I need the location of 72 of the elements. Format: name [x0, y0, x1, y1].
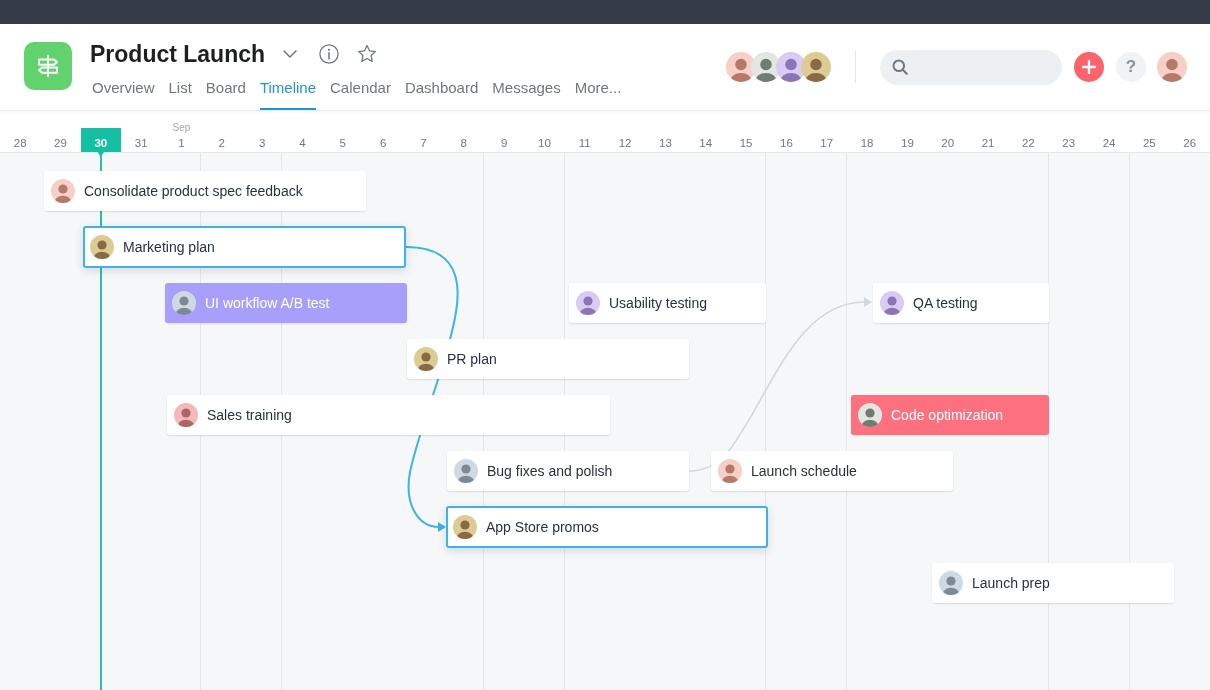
- project-title: Product Launch: [90, 40, 266, 68]
- day-label: 17: [820, 136, 834, 151]
- search-icon: [892, 59, 908, 75]
- day-label: 14: [699, 136, 713, 151]
- plus-icon: [1082, 60, 1096, 74]
- day-label: 21: [981, 136, 995, 151]
- tab[interactable]: Board: [205, 76, 246, 110]
- person-avatar-icon: [453, 515, 477, 539]
- day-label: 26: [1183, 136, 1197, 151]
- person-avatar-icon: [454, 459, 478, 483]
- star-icon[interactable]: [357, 44, 378, 64]
- help-button[interactable]: ?: [1116, 52, 1146, 82]
- task-bar[interactable]: Usability testing: [569, 283, 766, 323]
- task-bar[interactable]: Marketing plan: [83, 226, 406, 268]
- day-label: 31: [134, 136, 148, 151]
- add-button[interactable]: [1074, 52, 1104, 82]
- person-avatar-icon: [414, 347, 438, 371]
- day-label: 23: [1062, 136, 1076, 151]
- day-label: 12: [618, 136, 632, 151]
- task-bar[interactable]: Launch prep: [932, 563, 1174, 603]
- day-label: 24: [1102, 136, 1116, 151]
- task-bar[interactable]: Bug fixes and polish: [447, 451, 689, 491]
- info-icon[interactable]: [319, 44, 340, 64]
- person-avatar-icon: [90, 235, 114, 259]
- signpost-logo-icon: [24, 42, 72, 90]
- tab[interactable]: More...: [574, 76, 622, 110]
- day-label: 4: [299, 136, 306, 151]
- day-label: 18: [860, 136, 874, 151]
- task-bar[interactable]: PR plan: [407, 339, 689, 379]
- day-label: 29: [54, 136, 67, 151]
- task-bar[interactable]: QA testing: [873, 283, 1049, 323]
- caret-down-icon[interactable]: [283, 50, 298, 58]
- task-bar[interactable]: Launch schedule: [711, 451, 953, 491]
- day-label: 9: [500, 136, 508, 151]
- person-avatar-icon[interactable]: [801, 52, 831, 82]
- day-label: 8: [460, 136, 467, 151]
- day-label: 3: [258, 136, 266, 151]
- person-avatar-icon: [718, 459, 742, 483]
- day-label: 25: [1142, 136, 1156, 151]
- person-avatar-icon: [880, 291, 904, 315]
- tab[interactable]: Messages: [492, 76, 561, 110]
- person-avatar-icon[interactable]: [1157, 52, 1187, 82]
- task-bar[interactable]: Sales training: [167, 395, 610, 435]
- tab[interactable]: List: [168, 76, 192, 110]
- person-avatar-icon: [939, 571, 963, 595]
- day-label: 16: [780, 136, 793, 151]
- day-label: 2: [218, 136, 225, 151]
- day-label: 11: [578, 136, 591, 151]
- search-field[interactable]: [880, 49, 1062, 85]
- day-label: 1: [178, 136, 185, 151]
- task-bar[interactable]: Consolidate product spec feedback: [44, 171, 366, 211]
- person-avatar-icon: [858, 403, 882, 427]
- tab[interactable]: Calendar: [330, 76, 391, 110]
- day-label: 22: [1021, 136, 1035, 151]
- person-avatar-icon: [576, 291, 600, 315]
- task-bar[interactable]: App Store promos: [446, 506, 768, 548]
- day-label: 28: [13, 136, 27, 151]
- tab[interactable]: Dashboard: [404, 76, 479, 110]
- day-label: 13: [659, 136, 672, 151]
- day-label: 19: [901, 136, 914, 151]
- day-label: 15: [739, 136, 753, 151]
- day-label: 7: [420, 136, 427, 151]
- person-avatar-icon: [172, 291, 196, 315]
- person-avatar-icon: [174, 403, 198, 427]
- month-label: Sep: [172, 122, 191, 134]
- day-label: 10: [538, 136, 551, 151]
- person-avatar-icon: [51, 179, 75, 203]
- day-label: 6: [379, 136, 387, 151]
- day-label: 5: [339, 136, 346, 151]
- tab[interactable]: Overview: [92, 76, 155, 110]
- day-label: 20: [941, 136, 955, 151]
- task-bar[interactable]: Code optimization: [851, 395, 1049, 435]
